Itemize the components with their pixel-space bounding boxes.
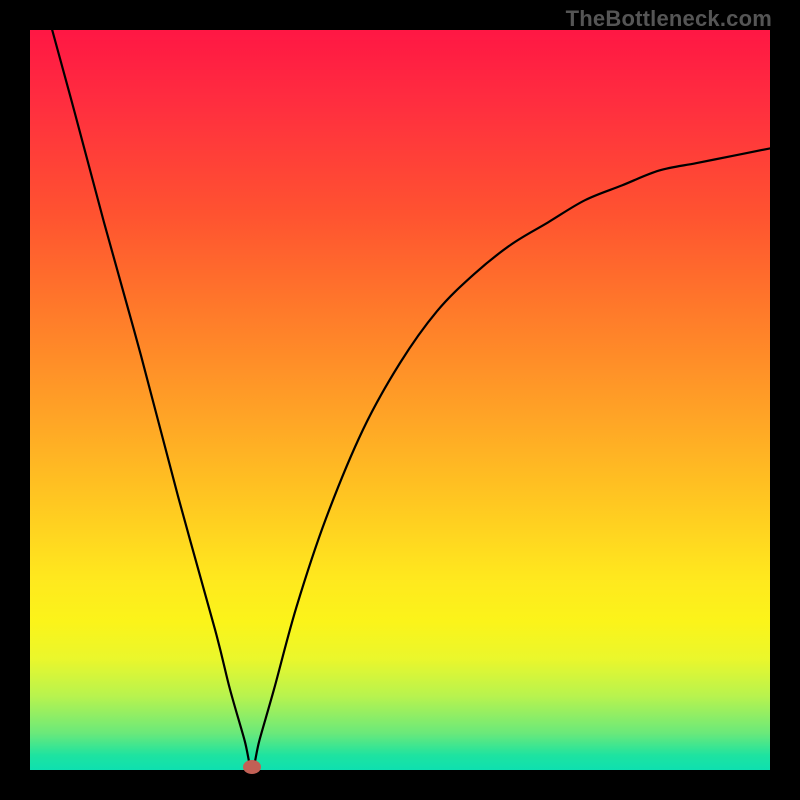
chart-frame: TheBottleneck.com xyxy=(0,0,800,800)
minimum-marker xyxy=(243,760,261,774)
bottleneck-curve-svg xyxy=(30,30,770,770)
watermark-text: TheBottleneck.com xyxy=(566,6,772,32)
bottleneck-curve xyxy=(52,30,770,770)
plot-area xyxy=(30,30,770,770)
